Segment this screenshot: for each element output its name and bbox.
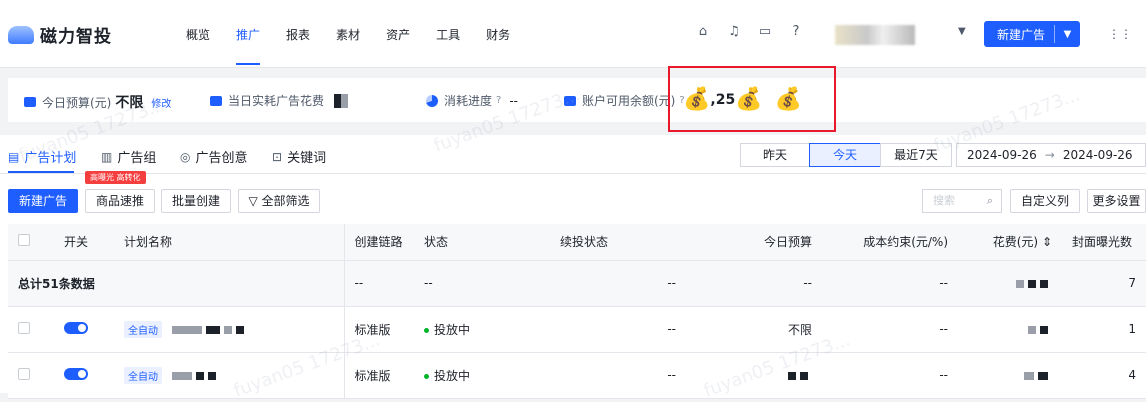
nav-finance[interactable]: 财务 [486, 26, 510, 43]
account-chevron-down-icon[interactable]: ▼ [958, 26, 966, 37]
date-range-picker[interactable]: 2024-09-26 → 2024-09-26 [956, 143, 1146, 167]
creative-icon: ◎ [180, 149, 191, 164]
date-preset-last7[interactable]: 最近7天 [880, 143, 952, 167]
quick-promo-button[interactable]: 商品速推 [85, 189, 155, 213]
col-spend-sortable[interactable]: 花费(元) ⇕ [958, 224, 1062, 261]
app-grid-icon[interactable]: ⋮⋮ [1108, 27, 1132, 41]
date-preset-yesterday[interactable]: 昨天 [740, 143, 810, 167]
filter-icon: ▽ [248, 194, 258, 208]
caret-down-icon[interactable]: ▼ [1055, 29, 1080, 40]
header-new-ad-button[interactable]: 新建广告 ▼ [984, 21, 1080, 47]
account-balance: 账户可用余额(元) ? [564, 92, 685, 109]
row-toggle[interactable] [64, 367, 88, 380]
table-row[interactable]: 全自动 标准版 投放中 -- -- 4 [8, 352, 1146, 399]
spend-progress: 消耗进度 ? -- [426, 92, 518, 109]
pie-icon [426, 94, 438, 107]
wallet-icon [24, 97, 36, 107]
tab-creatives[interactable]: ◎ 广告创意 [180, 147, 248, 167]
total-count: 总计51条数据 [8, 260, 345, 307]
today-spend: 当日实耗广告花费 [210, 92, 352, 109]
campaign-table: 开关 计划名称 创建链路 状态 续投状态 今日预算 成本约束(元/%) 花费(元… [8, 224, 1146, 399]
new-ad-button[interactable]: 新建广告 [8, 189, 78, 213]
spend-value-masked [334, 93, 349, 108]
col-renew: 续投状态 [550, 224, 686, 261]
row-checkbox[interactable] [18, 321, 30, 334]
gift-icon[interactable]: ⌂ [695, 24, 711, 40]
calendar-icon: ▤ [8, 149, 20, 164]
custom-columns-button[interactable]: 自定义列 [1010, 189, 1080, 213]
help-icon[interactable]: ? [788, 24, 804, 40]
bell-icon[interactable]: ♫ [726, 24, 742, 40]
row-checkbox[interactable] [18, 367, 30, 380]
col-budget: 今日预算 [686, 224, 822, 261]
brand-logo[interactable]: 磁力智投 [8, 22, 112, 47]
highlight-box [668, 66, 836, 132]
search-icon: ⌕ [986, 194, 993, 207]
group-icon: ▥ [101, 149, 113, 164]
tab-campaigns[interactable]: ▤ 广告计划 [8, 147, 76, 167]
col-cover-impressions: 封面曝光数 [1062, 224, 1146, 261]
batch-create-button[interactable]: 批量创建 [161, 189, 231, 213]
col-plan-name: 计划名称 [114, 224, 345, 261]
more-settings-button[interactable]: 更多设置 [1087, 189, 1146, 213]
tab-keywords[interactable]: ⊡ 关键词 [272, 147, 326, 167]
sort-icon[interactable]: ⇕ [1042, 235, 1052, 249]
brand-name: 磁力智投 [40, 27, 112, 47]
auto-tag: 全自动 [124, 366, 162, 384]
nav-reports[interactable]: 报表 [286, 26, 310, 43]
search-input[interactable]: 搜索 ⌕ [922, 189, 1002, 213]
auto-tag: 全自动 [124, 320, 162, 338]
edit-budget-link[interactable]: 修改 [151, 95, 171, 110]
col-status: 状态 [414, 224, 550, 261]
table-total-row: 总计51条数据 -- -- -- -- -- 7 [8, 260, 1146, 307]
col-chain: 创建链路 [344, 224, 414, 261]
select-all-checkbox[interactable] [18, 234, 30, 247]
help-icon[interactable]: ? [496, 95, 501, 106]
hot-badge: 高曝光 高转化 [85, 171, 146, 184]
account-avatar[interactable] [835, 25, 915, 45]
header-icons: ⌂ ♫ ▭ ? [695, 24, 819, 40]
col-switch: 开关 [54, 224, 114, 261]
message-icon[interactable]: ▭ [757, 24, 773, 40]
col-cost: 成本约束(元/%) [822, 224, 958, 261]
today-budget: 今日预算(元) 不限 修改 [24, 92, 171, 112]
table-header: 开关 计划名称 创建链路 状态 续投状态 今日预算 成本约束(元/%) 花费(元… [8, 224, 1146, 261]
nav-promotion[interactable]: 推广 [236, 26, 261, 65]
row-toggle[interactable] [64, 321, 88, 334]
budget-summary: 今日预算(元) 不限 修改 当日实耗广告花费 消耗进度 ? -- 账户可用余额(… [8, 78, 1146, 122]
tab-ad-groups[interactable]: ▥ 广告组 [101, 147, 156, 167]
nav-assets[interactable]: 资产 [386, 26, 410, 43]
logo-icon [8, 25, 34, 44]
keyword-icon: ⊡ [272, 149, 283, 164]
nav-overview[interactable]: 概览 [186, 26, 210, 43]
plan-name-cell[interactable]: 全自动 [114, 352, 345, 399]
status-dot [424, 373, 429, 379]
main-nav: 概览 推广 报表 素材 资产 工具 财务 [186, 26, 536, 65]
plan-name-cell[interactable]: 全自动 [114, 306, 345, 353]
status-dot [424, 327, 429, 333]
top-navigation-bar: 磁力智投 概览 推广 报表 素材 资产 工具 财务 ⌂ ♫ ▭ ? ▼ 新建广告… [0, 0, 1146, 68]
today-budget-value: 不限 [115, 95, 144, 111]
filter-button[interactable]: ▽ 全部筛选 [238, 189, 320, 213]
wallet-icon [564, 95, 576, 106]
nav-materials[interactable]: 素材 [336, 26, 360, 43]
table-row[interactable]: 全自动 标准版 投放中 -- 不限 -- 1 [8, 306, 1146, 353]
date-preset-today[interactable]: 今天 [809, 143, 881, 167]
card-icon [210, 95, 222, 106]
nav-tools[interactable]: 工具 [436, 26, 460, 43]
